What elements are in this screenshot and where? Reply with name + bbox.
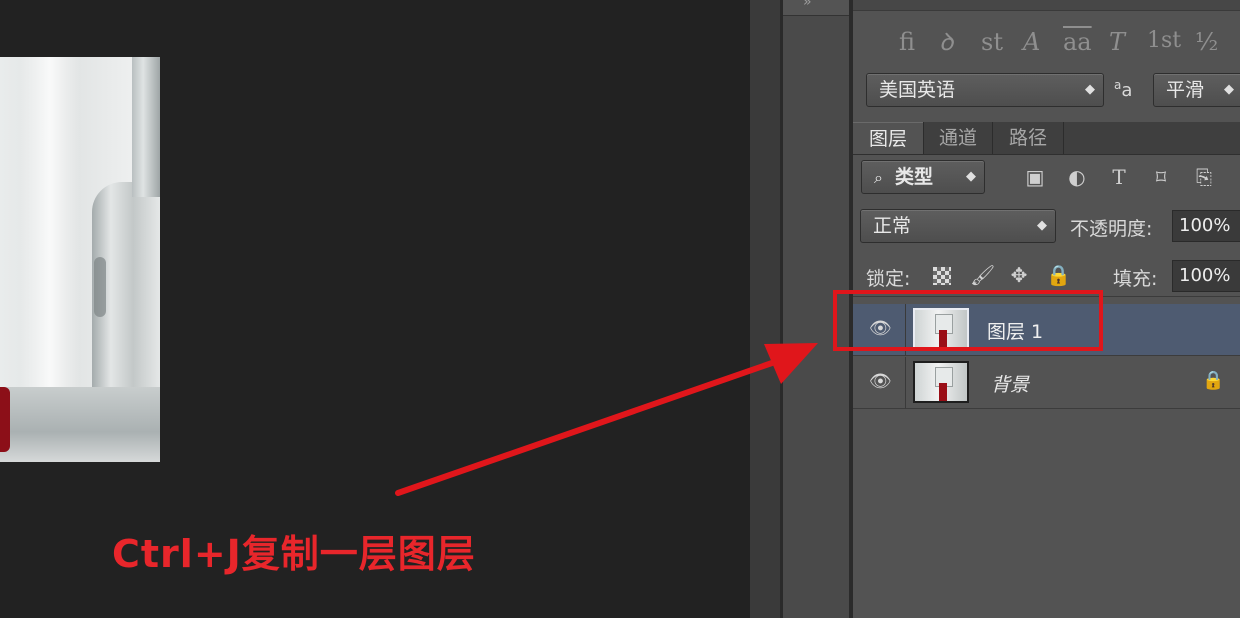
- lock-image-pixels-icon[interactable]: 🖌: [970, 263, 995, 287]
- search-icon: ⌕: [874, 168, 883, 187]
- updown-arrow-icon: ◆: [1037, 218, 1047, 233]
- fill-label: 填充:: [1113, 268, 1158, 290]
- titling-alternate-button[interactable]: aa: [1063, 30, 1092, 54]
- lock-transparent-pixels-icon[interactable]: [933, 267, 951, 285]
- opacity-label: 不透明度:: [1070, 218, 1153, 240]
- type-filter-icon[interactable]: T: [1107, 165, 1131, 189]
- dock-expand-icon[interactable]: »: [803, 0, 812, 10]
- annotation-caption: Ctrl+J复制一层图层: [112, 532, 476, 576]
- antialias-value: 平滑: [1166, 79, 1205, 101]
- ordinal-button[interactable]: 1st: [1147, 30, 1181, 52]
- lock-all-icon[interactable]: 🔒: [1046, 263, 1071, 287]
- layer-row-background[interactable]: 👁 背景 🔒: [853, 357, 1240, 409]
- ligature-st-button[interactable]: st: [981, 30, 1003, 54]
- opentype-glyph-row: fi ꝺ st A aa T 1st ½: [853, 12, 1240, 62]
- language-select[interactable]: 美国英语 ◆: [866, 73, 1104, 107]
- ornament-button[interactable]: T: [1109, 30, 1125, 54]
- layers-panel-tabs: 图层 通道 路径: [853, 122, 1240, 155]
- lock-label: 锁定:: [866, 268, 911, 290]
- layer-thumbnail: [913, 361, 969, 403]
- swash-button[interactable]: ꝺ: [939, 30, 953, 54]
- tab-paths[interactable]: 路径: [993, 122, 1063, 154]
- ligature-fi-button[interactable]: fi: [899, 30, 915, 54]
- layer-name[interactable]: 背景: [991, 370, 1029, 397]
- panel-header: [853, 0, 1240, 11]
- smart-object-filter-icon[interactable]: ⎘: [1192, 165, 1216, 189]
- blend-mode-value: 正常: [873, 215, 912, 237]
- stylistic-alternate-button[interactable]: A: [1023, 30, 1040, 54]
- opacity-input[interactable]: 100%: [1172, 210, 1240, 242]
- annotation-highlight-box: [833, 290, 1103, 351]
- updown-arrow-icon: ◆: [966, 169, 976, 184]
- lock-position-icon[interactable]: ✥: [1007, 263, 1031, 287]
- shape-filter-icon[interactable]: ⌑: [1149, 165, 1173, 189]
- antialias-select[interactable]: 平滑 ◆: [1153, 73, 1240, 107]
- tab-layers[interactable]: 图层: [853, 122, 923, 154]
- updown-arrow-icon: ◆: [1085, 82, 1095, 97]
- canvas-scroll-track: [750, 0, 780, 618]
- adjustment-filter-icon[interactable]: ◐: [1065, 165, 1089, 189]
- layer-filter-select[interactable]: ⌕ 类型 ◆: [861, 160, 985, 194]
- fraction-button[interactable]: ½: [1195, 30, 1218, 54]
- blend-mode-select[interactable]: 正常 ◆: [860, 209, 1056, 243]
- tab-channels[interactable]: 通道: [924, 122, 992, 154]
- image-filter-icon[interactable]: ▣: [1023, 165, 1047, 189]
- canvas-image: [0, 57, 160, 462]
- visibility-eye-icon[interactable]: 👁: [869, 371, 892, 393]
- lock-icon: 🔒: [1202, 370, 1225, 391]
- filter-value: 类型: [895, 166, 934, 188]
- antialias-icon: aa: [1114, 78, 1133, 101]
- updown-arrow-icon: ◆: [1224, 82, 1234, 97]
- language-value: 美国英语: [879, 79, 956, 101]
- fill-input[interactable]: 100%: [1172, 260, 1240, 292]
